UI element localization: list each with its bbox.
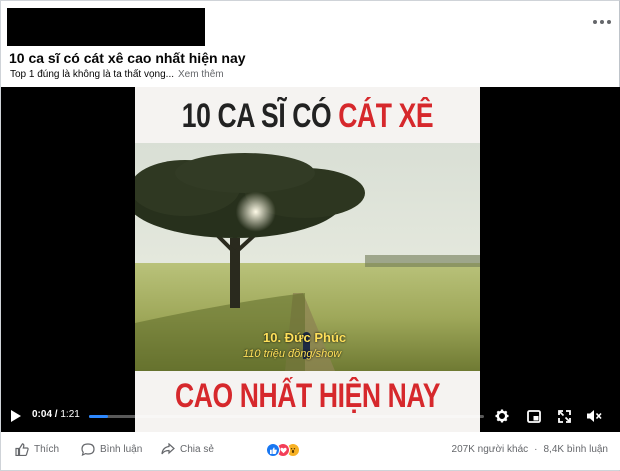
comment-button[interactable]: Bình luận <box>81 443 142 456</box>
play-button[interactable] <box>9 409 23 423</box>
dot <box>593 20 597 24</box>
picture-in-picture-icon <box>527 409 541 423</box>
like-icon <box>266 443 280 457</box>
current-time: 0:04 <box>32 409 53 420</box>
video-progress-fill <box>89 415 109 418</box>
miniplayer-button[interactable] <box>526 408 542 424</box>
share-label: Chia sẻ <box>180 443 214 455</box>
video-progress-bar[interactable] <box>89 415 484 418</box>
like-label: Thích <box>34 444 60 455</box>
mute-button[interactable] <box>585 408 603 424</box>
comment-icon <box>81 443 95 456</box>
see-more-link[interactable]: Xem thêm <box>178 69 224 80</box>
fullscreen-button[interactable] <box>556 408 572 424</box>
reaction-summary[interactable] <box>266 443 300 457</box>
redacted-author-header <box>7 8 205 46</box>
stats-separator: · <box>534 444 538 455</box>
frame-title-part1: 10 CA SĨ CÓ <box>181 97 332 135</box>
post-caption: Top 1 đúng là không là ta thất vọng... Xe… <box>10 69 224 80</box>
reactions-count[interactable]: 207K người khác <box>452 444 529 455</box>
dot <box>600 20 604 24</box>
frame-title: 10 CA SĨ CÓ CÁT XÊ <box>173 97 442 136</box>
share-icon <box>161 443 175 455</box>
share-button[interactable]: Chia sẻ <box>161 443 214 455</box>
video-frame: 10 CA SĨ CÓ CÁT XÊ 10. Đức Phúc 110 triệ… <box>135 87 480 432</box>
duration: 1:21 <box>60 409 80 420</box>
expand-icon <box>557 409 571 423</box>
like-button[interactable]: Thích <box>15 443 59 456</box>
speaker-muted-icon <box>587 410 602 422</box>
post-title: 10 ca sĩ có cát xê cao nhất hiện nay <box>9 50 246 66</box>
dot <box>607 20 611 24</box>
video-player[interactable]: 10 CA SĨ CÓ CÁT XÊ 10. Đức Phúc 110 triệ… <box>1 87 620 432</box>
engagement-stats: 207K người khác · 8,4K bình luận <box>452 444 608 455</box>
video-time: 0:04 / 1:21 <box>32 409 80 420</box>
comments-count[interactable]: 8,4K bình luận <box>544 444 609 455</box>
settings-button[interactable] <box>494 408 510 424</box>
post-action-bar: Thích Bình luận Chia sẻ 207K người khác … <box>1 432 620 470</box>
post-card: 10 ca sĩ có cát xê cao nhất hiện nay Top… <box>0 0 620 471</box>
play-icon <box>11 410 21 422</box>
comment-label: Bình luận <box>100 444 143 455</box>
caption-text: Top 1 đúng là không là ta thất vọng... <box>10 69 175 80</box>
frame-title-part2: CÁT XÊ <box>338 97 434 135</box>
thumbs-up-icon <box>15 443 29 456</box>
gear-icon <box>495 409 509 423</box>
video-controls: 0:04 / 1:21 <box>1 401 620 432</box>
overlay-singer-name: 10. Đức Phúc <box>263 330 347 345</box>
more-options-button[interactable] <box>591 15 613 29</box>
overlay-singer-fee: 110 triệu đồng/show <box>243 348 342 360</box>
